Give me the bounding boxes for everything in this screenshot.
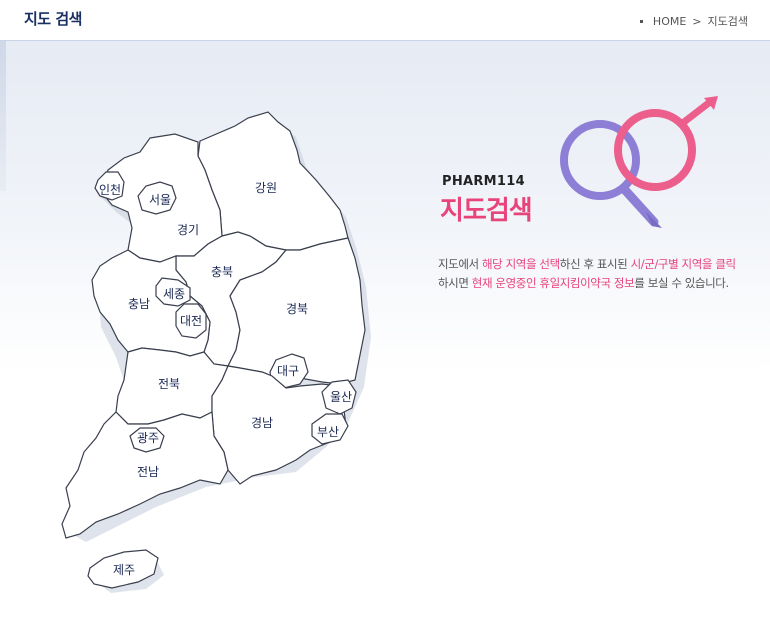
label-chungbuk[interactable]: 충북 [211,265,233,279]
label-sejong[interactable]: 세종 [163,287,185,301]
label-daegu[interactable]: 대구 [277,364,299,378]
desc-text-1: 지도에서 [438,257,482,271]
intersecting-rings-icon [560,96,718,228]
label-jeonbuk[interactable]: 전북 [158,377,180,391]
brand-name: PHARM114 [442,174,525,189]
label-jeonnam[interactable]: 전남 [137,465,159,479]
desc-text-4: 를 보실 수 있습니다. [634,276,729,290]
desc-text-3: 하시면 [438,276,472,290]
label-gyeonggi[interactable]: 경기 [177,223,199,237]
label-gwangju[interactable]: 광주 [137,431,159,445]
label-daejeon[interactable]: 대전 [180,314,202,328]
desc-highlight-3: 현재 운영중인 휴일지킴이약국 정보 [471,276,635,290]
label-busan[interactable]: 부산 [317,425,339,439]
desc-text-2: 하신 후 표시된 [559,257,631,271]
desc-highlight-1: 해당 지역을 선택 [481,257,560,271]
label-chungnam[interactable]: 충남 [128,297,150,311]
label-seoul[interactable]: 서울 [149,193,171,207]
description: 지도에서 해당 지역을 선택하신 후 표시된 시/군/구별 지역을 클릭하시면 … [438,255,738,293]
section-title: 지도검색 [440,196,533,226]
label-gyeongnam[interactable]: 경남 [251,416,273,430]
label-gangwon[interactable]: 강원 [255,181,277,195]
label-ulsan[interactable]: 울산 [330,390,352,404]
label-gyeongbuk[interactable]: 경북 [286,302,308,316]
label-jeju[interactable]: 제주 [113,563,135,577]
korea-map: 인천 서울 경기 강원 충북 충남 세종 대전 경북 대구 전북 경남 울산 부… [61,96,718,593]
label-incheon[interactable]: 인천 [99,182,121,197]
desc-highlight-2: 시/군/구별 지역을 클릭 [630,257,736,271]
